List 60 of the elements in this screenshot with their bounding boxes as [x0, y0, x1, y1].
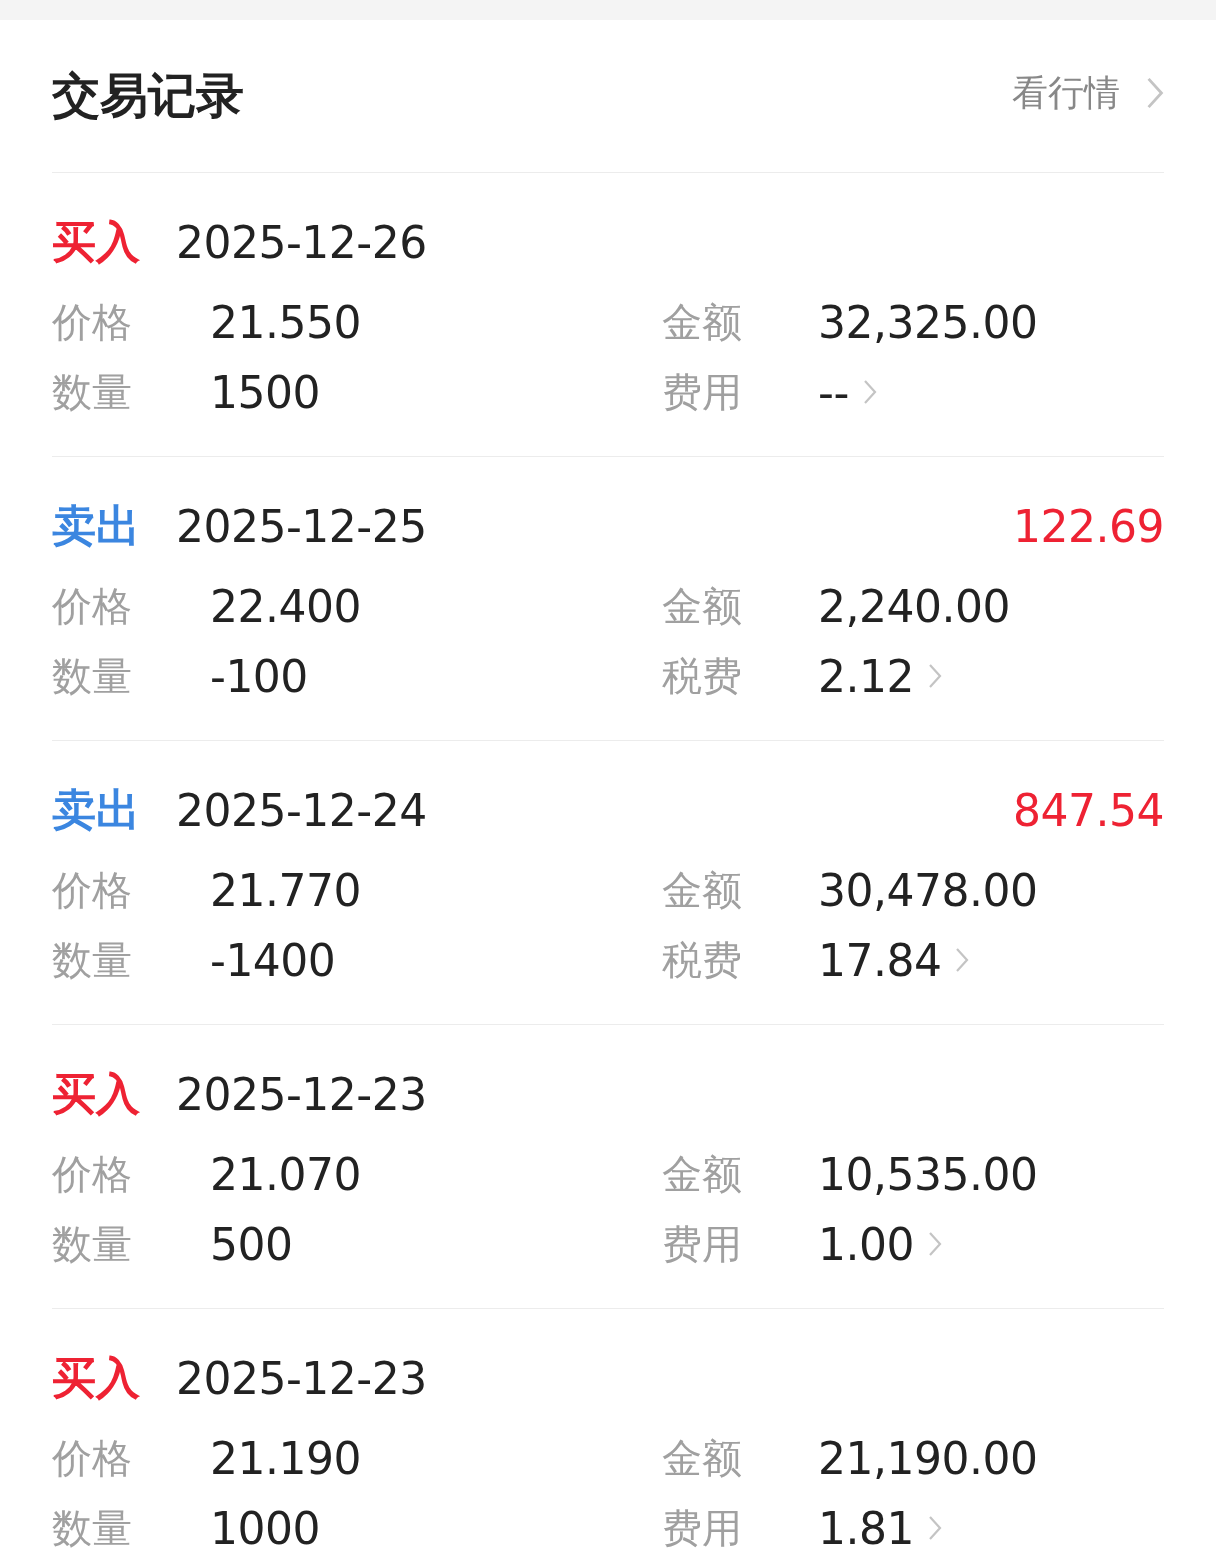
price-value: 21.070: [210, 1148, 362, 1200]
amount-value: 10,535.00: [818, 1148, 1039, 1200]
price-value: 21.550: [210, 296, 362, 348]
chevron-right-icon[interactable]: [927, 1231, 942, 1257]
quantity-value: -100: [210, 650, 309, 702]
page-title: 交易记录: [52, 66, 244, 125]
field-label: 金额: [662, 581, 743, 631]
field-label: 数量: [52, 651, 133, 701]
field-label: 税费: [662, 651, 743, 701]
amount-value: 2,240.00: [818, 580, 1011, 632]
chevron-right-icon[interactable]: [862, 379, 877, 405]
amount-value: 21,190.00: [818, 1432, 1039, 1484]
fee-value: 1.81: [818, 1502, 914, 1554]
field-label: 费用: [662, 1503, 743, 1553]
price-value: 21.770: [210, 864, 362, 916]
field-label: 税费: [662, 935, 743, 985]
quantity-value: 1500: [210, 366, 321, 418]
field-label: 数量: [52, 1219, 133, 1269]
profit-value: 122.69: [1013, 500, 1164, 552]
price-value: 21.190: [210, 1432, 362, 1484]
field-label: 费用: [662, 1219, 743, 1269]
field-label: 数量: [52, 935, 133, 985]
trade-date: 2025-12-25: [176, 500, 427, 552]
trade-type-label: 卖出: [52, 498, 141, 553]
trade-type-label: 卖出: [52, 782, 141, 837]
trade-type-label: 买入: [52, 1066, 141, 1121]
quantity-value: -1400: [210, 934, 337, 986]
trade-date: 2025-12-23: [176, 1068, 427, 1120]
trade-date: 2025-12-26: [176, 216, 427, 268]
amount-value: 30,478.00: [818, 864, 1039, 916]
trade-type-label: 买入: [52, 214, 141, 269]
price-value: 22.400: [210, 580, 362, 632]
field-label: 金额: [662, 297, 743, 347]
fee-value: 17.84: [818, 934, 942, 986]
trade-date: 2025-12-23: [176, 1352, 427, 1404]
field-label: 价格: [52, 581, 133, 631]
field-label: 数量: [52, 367, 133, 417]
field-label: 数量: [52, 1503, 133, 1553]
field-label: 金额: [662, 865, 743, 915]
field-label: 价格: [52, 865, 133, 915]
trade-type-label: 买入: [52, 1350, 141, 1405]
chevron-right-icon[interactable]: [955, 947, 970, 973]
field-label: 价格: [52, 1149, 133, 1199]
quantity-value: 1000: [210, 1502, 321, 1554]
chevron-right-icon: [1146, 76, 1164, 110]
fee-value: 1.00: [818, 1218, 914, 1270]
field-label: 金额: [662, 1433, 743, 1483]
fee-value: --: [818, 366, 849, 418]
fee-value: 2.12: [818, 650, 914, 702]
amount-value: 32,325.00: [818, 296, 1039, 348]
field-label: 费用: [662, 367, 743, 417]
field-label: 价格: [52, 1433, 133, 1483]
quantity-value: 500: [210, 1218, 294, 1270]
market-link[interactable]: 看行情: [1012, 68, 1164, 118]
chevron-right-icon[interactable]: [927, 663, 942, 689]
field-label: 价格: [52, 297, 133, 347]
profit-value: 847.54: [1013, 784, 1164, 836]
chevron-right-icon[interactable]: [927, 1515, 942, 1541]
trade-date: 2025-12-24: [176, 784, 427, 836]
field-label: 金额: [662, 1149, 743, 1199]
